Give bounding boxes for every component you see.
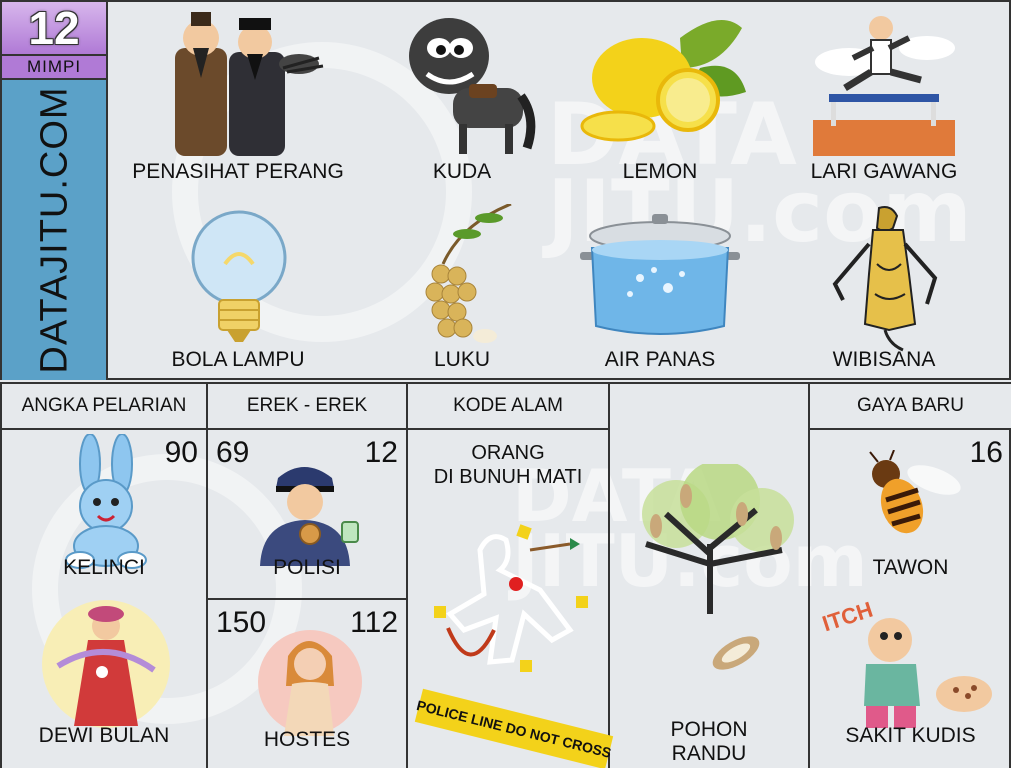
luku-fruit-icon <box>425 204 512 343</box>
dream-item-lemon: LEMON <box>540 2 780 188</box>
dewi-bulan-label: DEWI BULAN <box>38 724 170 747</box>
hostes-label: HOSTES <box>263 728 351 751</box>
two-advisors-icon <box>175 12 324 156</box>
police-tape-text: POLICE LINE DO NOT CROSS <box>415 697 613 761</box>
moon-goddess-icon <box>42 600 170 728</box>
dream-item-label: AIR PANAS <box>604 348 716 371</box>
boiling-pot-icon <box>580 214 740 335</box>
kode-alam-cell: ORANG DI BUNUH MATI POLICE LINE DO NOT C… <box>408 430 614 768</box>
rabbit-icon <box>65 434 147 569</box>
light-bulb-icon <box>191 210 287 342</box>
dream-item-penasihat-perang: PENASIHAT PERANG <box>118 2 358 188</box>
hurdle-runner-icon <box>813 16 955 156</box>
gaya-baru-cell: 16 TAWON ITCH SAKIT KUDIS <box>810 430 1011 768</box>
dream-item-label: WIBISANA <box>832 348 936 371</box>
header-erek-erek: EREK - EREK <box>208 384 408 430</box>
wasp-icon <box>869 450 961 534</box>
pohon-line-2: RANDU <box>671 742 747 765</box>
police-officer-icon <box>260 467 359 566</box>
angka-pelarian-number: 90 <box>164 436 198 469</box>
header-kode-alam: KODE ALAM <box>408 384 610 430</box>
dream-number-badge: 12 <box>2 2 108 56</box>
horse-icon <box>409 18 536 154</box>
kode-alam-line-1: ORANG <box>471 442 545 464</box>
polisi-label: POLISI <box>273 556 341 579</box>
dream-item-air-panas: AIR PANAS <box>540 198 780 384</box>
erek-top-left-number: 69 <box>216 436 250 469</box>
dream-items-panel: 12 MIMPI DATAJITU.COM DATA JITU.com PENA… <box>0 0 1011 380</box>
tawon-label: TAWON <box>872 556 949 579</box>
scratching-man-icon <box>864 618 992 728</box>
wayang-puppet-icon <box>832 206 938 352</box>
dream-item-lari-gawang: LARI GAWANG <box>764 2 1004 188</box>
gaya-baru-number: 16 <box>969 436 1003 469</box>
brand-sidebar: DATAJITU.COM <box>2 80 108 380</box>
erek-bottom-cell: 150 112 HOSTES <box>208 600 408 768</box>
dream-label-badge: MIMPI <box>2 56 108 80</box>
dream-item-label: BOLA LAMPU <box>171 348 305 371</box>
dream-item-label: PENASIHAT PERANG <box>132 160 344 183</box>
code-table-panel: DATA JITU.com ANGKA PELARIAN EREK - EREK… <box>0 382 1011 768</box>
police-tape: POLICE LINE DO NOT CROSS <box>414 688 614 768</box>
sakit-kudis-label: SAKIT KUDIS <box>845 724 976 747</box>
dream-item-wibisana: WIBISANA <box>764 198 1004 384</box>
erek-top-cell: 69 12 POLISI <box>208 430 408 600</box>
dream-item-label: LEMON <box>622 160 698 183</box>
pohon-randu-cell: POHON RANDU <box>610 384 810 768</box>
dream-item-label: LARI GAWANG <box>810 160 958 183</box>
dream-item-bola-lampu: BOLA LAMPU <box>118 198 358 384</box>
pohon-line-1: POHON <box>670 718 748 741</box>
hostess-icon <box>258 630 362 736</box>
kode-alam-line-2: DI BUNUH MATI <box>433 466 583 488</box>
kapok-pod-icon <box>712 636 760 670</box>
lemon-icon <box>580 20 746 142</box>
brand-vertical-text: DATAJITU.COM <box>33 86 76 374</box>
kelinci-label: KELINCI <box>63 556 145 579</box>
header-angka-pelarian: ANGKA PELARIAN <box>2 384 208 430</box>
kapok-tree-icon <box>642 464 794 614</box>
header-gaya-baru: GAYA BARU <box>810 384 1011 430</box>
angka-pelarian-cell: 90 KELINCI DEWI BULAN <box>2 430 208 768</box>
crime-scene-outline-icon <box>434 524 588 672</box>
